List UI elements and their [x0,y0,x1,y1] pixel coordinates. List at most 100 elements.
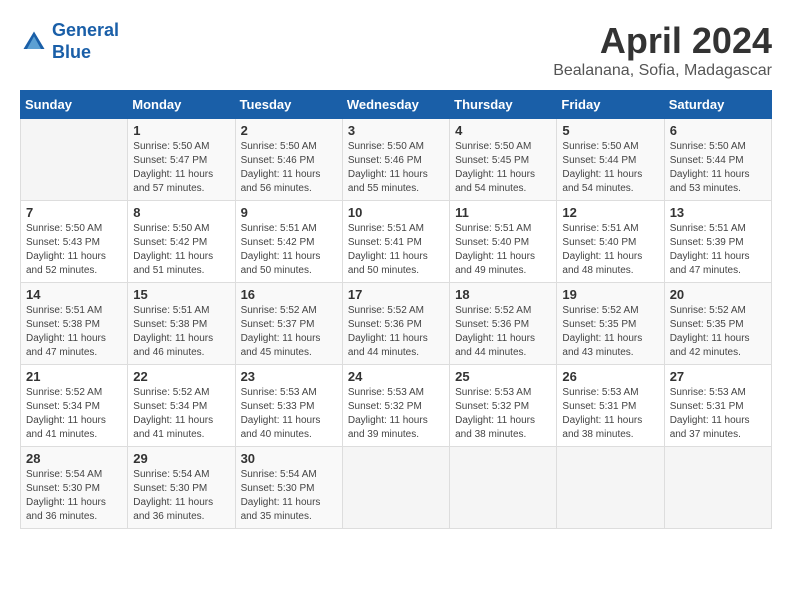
day-info: Sunrise: 5:54 AMSunset: 5:30 PMDaylight:… [133,468,229,524]
calendar-cell: 1Sunrise: 5:50 AMSunset: 5:47 PMDaylight… [128,119,235,201]
day-info: Sunrise: 5:50 AMSunset: 5:46 PMDaylight:… [241,140,337,196]
logo: General Blue [20,20,119,63]
day-number: 16 [241,287,337,302]
calendar-week-5: 28 Sunrise: 5:54 AMSunset: 5:30 PMDayligh… [21,447,772,529]
day-number: 12 [562,205,658,220]
calendar-cell: 13Sunrise: 5:51 AMSunset: 5:39 PMDayligh… [664,201,771,283]
col-monday: Monday [128,91,235,119]
day-number: 22 [133,369,229,384]
calendar-cell: 16Sunrise: 5:52 AMSunset: 5:37 PMDayligh… [235,283,342,365]
calendar-cell: 29 Sunrise: 5:54 AMSunset: 5:30 PMDayligh… [128,447,235,529]
day-info: Sunrise: 5:52 AMSunset: 5:34 PMDaylight:… [133,386,229,442]
weekday-row: Sunday Monday Tuesday Wednesday Thursday… [21,91,772,119]
calendar-cell: 3 Sunrise: 5:50 AMSunset: 5:46 PMDaylight… [342,119,449,201]
title-block: April 2024 Bealanana, Sofia, Madagascar [553,20,772,80]
logo-text: General Blue [52,20,119,63]
day-number: 8 [133,205,229,220]
day-info: Sunrise: 5:52 AMSunset: 5:35 PMDaylight:… [562,304,658,360]
col-sunday: Sunday [21,91,128,119]
day-info: Sunrise: 5:50 AMSunset: 5:45 PMDaylight:… [455,140,551,196]
day-number: 29 [133,451,229,466]
day-number: 15 [133,287,229,302]
day-number: 4 [455,123,551,138]
day-info: Sunrise: 5:51 AMSunset: 5:41 PMDaylight:… [348,222,444,278]
day-info: Sunrise: 5:52 AMSunset: 5:36 PMDaylight:… [348,304,444,360]
col-wednesday: Wednesday [342,91,449,119]
day-number: 14 [26,287,122,302]
day-info: Sunrise: 5:54 AMSunset: 5:30 PMDaylight:… [26,468,122,524]
day-info: Sunrise: 5:54 AMSunset: 5:30 PMDaylight:… [241,468,337,524]
day-info: Sunrise: 5:53 AMSunset: 5:32 PMDaylight:… [455,386,551,442]
day-info: Sunrise: 5:50 AMSunset: 5:42 PMDaylight:… [133,222,229,278]
day-info: Sunrise: 5:53 AMSunset: 5:33 PMDaylight:… [241,386,337,442]
calendar-cell [450,447,557,529]
logo-line1: General [52,20,119,40]
calendar-cell: 26 Sunrise: 5:53 AMSunset: 5:31 PMDayligh… [557,365,664,447]
day-info: Sunrise: 5:50 AMSunset: 5:43 PMDaylight:… [26,222,122,278]
day-number: 9 [241,205,337,220]
day-info: Sunrise: 5:52 AMSunset: 5:36 PMDaylight:… [455,304,551,360]
calendar-cell: 9 Sunrise: 5:51 AMSunset: 5:42 PMDaylight… [235,201,342,283]
day-info: Sunrise: 5:50 AMSunset: 5:46 PMDaylight:… [348,140,444,196]
day-number: 23 [241,369,337,384]
day-number: 27 [670,369,766,384]
calendar-cell: 14 Sunrise: 5:51 AMSunset: 5:38 PMDayligh… [21,283,128,365]
calendar-cell: 30Sunrise: 5:54 AMSunset: 5:30 PMDayligh… [235,447,342,529]
day-number: 20 [670,287,766,302]
day-number: 24 [348,369,444,384]
calendar-week-4: 21 Sunrise: 5:52 AMSunset: 5:34 PMDayligh… [21,365,772,447]
day-info: Sunrise: 5:51 AMSunset: 5:38 PMDaylight:… [133,304,229,360]
calendar-cell: 19Sunrise: 5:52 AMSunset: 5:35 PMDayligh… [557,283,664,365]
calendar-week-2: 7 Sunrise: 5:50 AMSunset: 5:43 PMDaylight… [21,201,772,283]
col-thursday: Thursday [450,91,557,119]
col-tuesday: Tuesday [235,91,342,119]
calendar-cell: 8 Sunrise: 5:50 AMSunset: 5:42 PMDaylight… [128,201,235,283]
day-info: Sunrise: 5:52 AMSunset: 5:34 PMDaylight:… [26,386,122,442]
month-year-title: April 2024 [553,20,772,62]
day-info: Sunrise: 5:53 AMSunset: 5:31 PMDaylight:… [562,386,658,442]
calendar-cell: 5 Sunrise: 5:50 AMSunset: 5:44 PMDaylight… [557,119,664,201]
day-info: Sunrise: 5:51 AMSunset: 5:40 PMDaylight:… [562,222,658,278]
day-number: 26 [562,369,658,384]
day-number: 5 [562,123,658,138]
calendar-cell: 22 Sunrise: 5:52 AMSunset: 5:34 PMDayligh… [128,365,235,447]
calendar-cell: 20 Sunrise: 5:52 AMSunset: 5:35 PMDayligh… [664,283,771,365]
calendar-cell [342,447,449,529]
calendar-cell [21,119,128,201]
day-info: Sunrise: 5:50 AMSunset: 5:44 PMDaylight:… [670,140,766,196]
calendar-week-3: 14 Sunrise: 5:51 AMSunset: 5:38 PMDayligh… [21,283,772,365]
day-info: Sunrise: 5:51 AMSunset: 5:38 PMDaylight:… [26,304,122,360]
logo-icon [20,28,48,56]
day-number: 10 [348,205,444,220]
calendar-cell: 7 Sunrise: 5:50 AMSunset: 5:43 PMDaylight… [21,201,128,283]
location-subtitle: Bealanana, Sofia, Madagascar [553,62,772,80]
calendar-cell: 4 Sunrise: 5:50 AMSunset: 5:45 PMDaylight… [450,119,557,201]
page-header: General Blue April 2024 Bealanana, Sofia… [20,20,772,80]
day-number: 6 [670,123,766,138]
day-number: 11 [455,205,551,220]
day-number: 3 [348,123,444,138]
day-info: Sunrise: 5:51 AMSunset: 5:40 PMDaylight:… [455,222,551,278]
col-friday: Friday [557,91,664,119]
calendar-week-1: 1Sunrise: 5:50 AMSunset: 5:47 PMDaylight… [21,119,772,201]
calendar-cell: 15 Sunrise: 5:51 AMSunset: 5:38 PMDayligh… [128,283,235,365]
day-info: Sunrise: 5:50 AMSunset: 5:44 PMDaylight:… [562,140,658,196]
day-number: 18 [455,287,551,302]
calendar-cell: 2Sunrise: 5:50 AMSunset: 5:46 PMDaylight… [235,119,342,201]
calendar-cell: 21 Sunrise: 5:52 AMSunset: 5:34 PMDayligh… [21,365,128,447]
col-saturday: Saturday [664,91,771,119]
day-info: Sunrise: 5:51 AMSunset: 5:42 PMDaylight:… [241,222,337,278]
calendar-cell: 24Sunrise: 5:53 AMSunset: 5:32 PMDayligh… [342,365,449,447]
calendar-cell: 25 Sunrise: 5:53 AMSunset: 5:32 PMDayligh… [450,365,557,447]
day-number: 21 [26,369,122,384]
day-number: 17 [348,287,444,302]
calendar-table: Sunday Monday Tuesday Wednesday Thursday… [20,90,772,529]
calendar-body: 1Sunrise: 5:50 AMSunset: 5:47 PMDaylight… [21,119,772,529]
day-number: 7 [26,205,122,220]
calendar-cell [664,447,771,529]
day-number: 25 [455,369,551,384]
day-number: 28 [26,451,122,466]
calendar-cell [557,447,664,529]
day-info: Sunrise: 5:52 AMSunset: 5:35 PMDaylight:… [670,304,766,360]
calendar-header: Sunday Monday Tuesday Wednesday Thursday… [21,91,772,119]
